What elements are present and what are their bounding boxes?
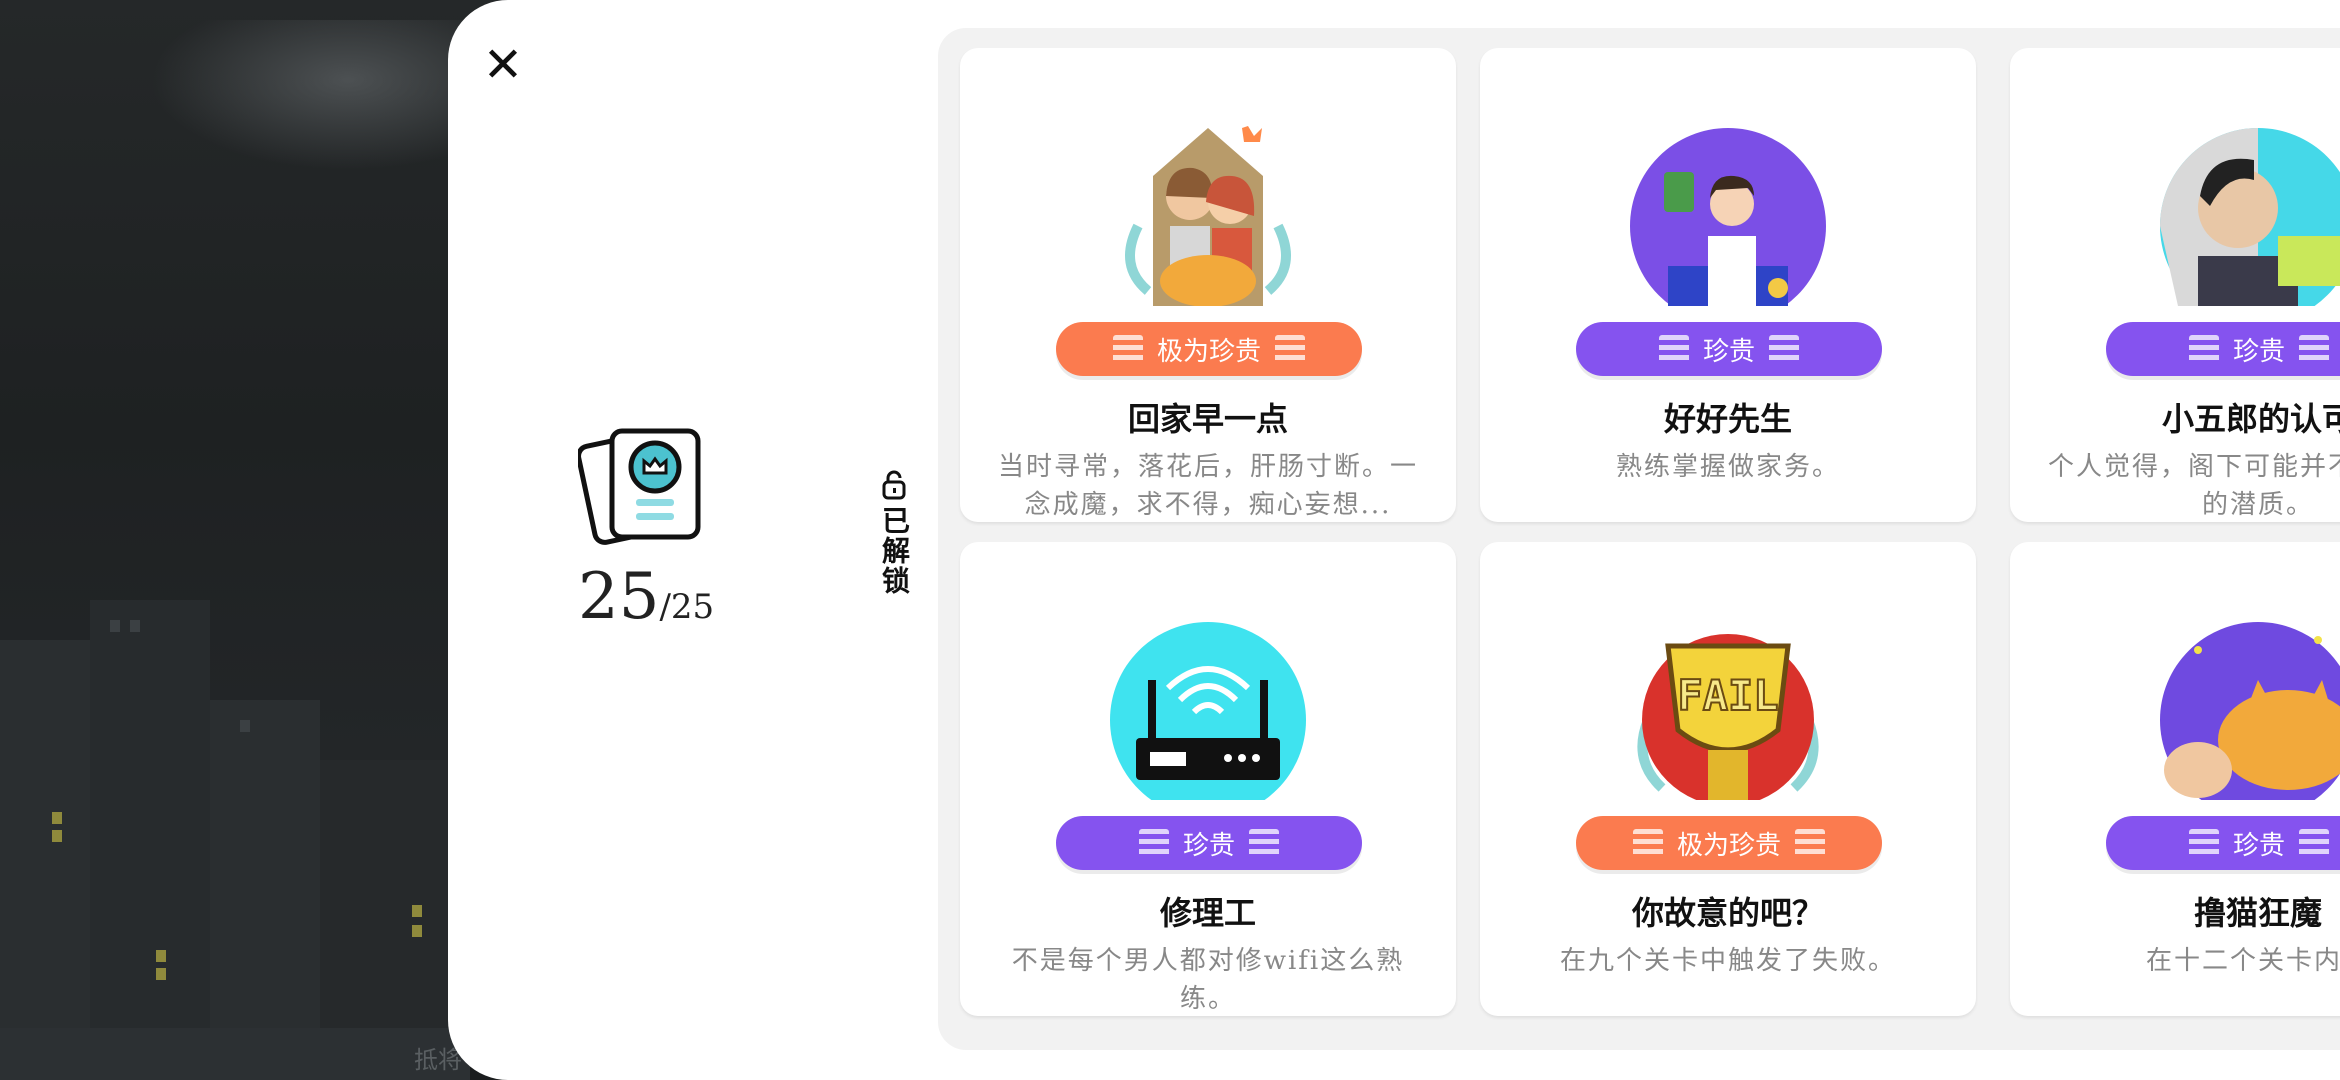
achievement-title: 小五郎的认可 [2161,400,2340,438]
building-window [110,620,120,632]
building-window [52,812,62,824]
rarity-label: 珍贵 [2232,830,2285,861]
background-building [320,760,450,1040]
badge-decoration-icon [1769,335,1799,363]
achievement-title: 修理工 [1159,894,1256,932]
building-window [240,720,250,732]
rarity-label: 珍贵 [1702,336,1755,367]
achievement-description: 在十二个关卡内撸 [2145,946,2340,976]
rarity-badge: 珍贵 [1056,816,1362,870]
achievement-grid: 极为珍贵 回家早一点 当时寻常，落花后，肝肠寸断。一念成魔，求不得，痴心妄想..… [938,28,2340,1050]
rarity-label: 珍贵 [1182,830,1235,861]
achievement-description: 个人觉得，阁下可能并不具备侦探的潜质。 [2047,452,2340,520]
achievement-card[interactable]: 珍贵 好好先生 熟练掌握做家务。 [1480,48,1976,522]
family-portrait-art [1125,126,1291,306]
badge-decoration-icon [2188,829,2219,857]
cat-petting-art [2160,622,2340,800]
house-husband-art [1630,128,1826,306]
rarity-label: 极为珍贵 [1156,336,1261,367]
badge-decoration-icon [2188,335,2219,363]
tab-unlocked-label: 已解锁 [878,506,911,596]
achievement-title: 撸猫狂魔 [2193,894,2322,932]
badge-decoration-icon [1249,829,1279,857]
achievement-summary: 25/25 [578,425,758,645]
building-window [412,905,422,917]
total-count: /25 [659,587,715,627]
achievement-card[interactable]: 极为珍贵 回家早一点 当时寻常，落花后，肝肠寸断。一念成魔，求不得，痴心妄想..… [960,48,1456,522]
achievement-card[interactable]: 珍贵 撸猫狂魔 在十二个关卡内撸 [2010,542,2340,1016]
building-window [52,830,62,842]
achievements-panel: ✕ 25/25 已解锁 极为珍贵 回家早一点 当时寻常，落花后，肝肠寸断。一念成… [448,0,2340,1080]
rarity-badge: 珍贵 [2106,322,2340,376]
rarity-label: 极为珍贵 [1676,830,1781,861]
badge-decoration-icon [1632,829,1663,857]
close-button[interactable]: ✕ [478,40,528,90]
background-building [0,640,90,1040]
rarity-label: 珍贵 [2232,336,2285,367]
achievement-description: 熟练掌握做家务。 [1615,452,1840,482]
achievement-cards-icon [578,428,701,545]
badge-decoration-icon [1138,829,1169,857]
background-cloud [150,20,480,170]
achievement-description: 当时寻常，落花后，肝肠寸断。一念成魔，求不得，痴心妄想... [997,452,1418,520]
background-building [210,700,320,1040]
building-window [156,968,166,980]
close-icon: ✕ [482,37,524,93]
wifi-router-art [1110,622,1306,800]
achievement-description: 在九个关卡中触发了失败。 [1559,946,1896,976]
building-window [412,925,422,937]
building-window [130,620,140,632]
badge-decoration-icon [2299,829,2329,857]
background-ground [0,1028,470,1080]
badge-decoration-icon [1275,335,1305,363]
achievement-title: 回家早一点 [1127,400,1288,438]
background-building [90,600,210,1040]
rarity-badge: 极为珍贵 [1576,816,1882,870]
building-window [156,950,166,962]
svg-text:FAIL: FAIL [1677,671,1778,720]
badge-decoration-icon [1658,335,1689,363]
badge-decoration-icon [1112,335,1143,363]
rarity-badge: 珍贵 [1576,322,1882,376]
achievement-title: 你故意的吧？ [1631,894,1824,932]
rarity-badge: 极为珍贵 [1056,322,1362,376]
detective-art [2160,128,2340,306]
unlock-icon [882,470,906,500]
unlock-counter: 25/25 [578,560,714,634]
badge-decoration-icon [2299,335,2329,363]
unlocked-count: 25 [578,560,660,634]
achievement-title: 好好先生 [1663,400,1792,438]
badge-decoration-icon [1795,829,1825,857]
fail-trophy-art: FAIL [1637,634,1819,800]
tab-unlocked[interactable]: 已解锁 [876,470,912,610]
achievement-description: 不是每个男人都对修wifi这么熟练。 [1011,946,1405,1014]
achievement-card[interactable]: 珍贵 修理工 不是每个男人都对修wifi这么熟练。 [960,542,1456,1016]
rarity-badge: 珍贵 [2106,816,2340,870]
achievement-card[interactable]: 珍贵 小五郎的认可 个人觉得，阁下可能并不具备侦探的潜质。 [2010,48,2340,522]
achievement-card[interactable]: FAIL 极为珍贵 你故意的吧？ 在九个关卡中触发了失败。 [1480,542,1976,1016]
